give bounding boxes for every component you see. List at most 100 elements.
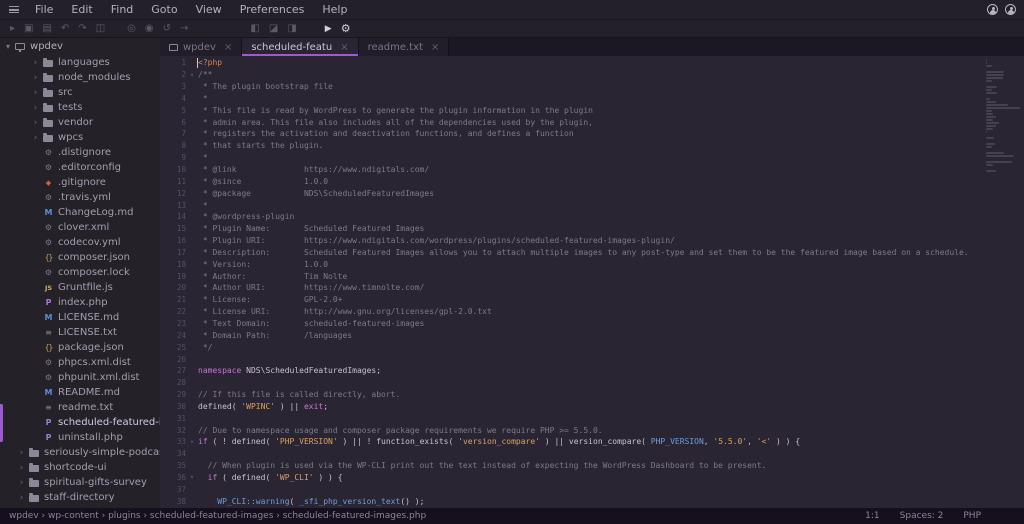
menu-view[interactable]: View	[187, 0, 231, 20]
toggle-right-pane-icon[interactable]: ◨	[287, 20, 296, 38]
find-in-files-icon[interactable]: ◉	[145, 20, 154, 38]
code-line[interactable]: 12 * @package NDS\ScheduledFeaturedImage…	[160, 187, 1024, 199]
tree-item-tests[interactable]: › tests	[0, 100, 160, 115]
code-line[interactable]: 14 * @wordpress-plugin	[160, 211, 1024, 223]
code-line[interactable]: 1 <?php	[160, 57, 1024, 69]
code-line[interactable]: 8 * that starts the plugin.	[160, 140, 1024, 152]
tree-item-languages[interactable]: › languages	[0, 55, 160, 70]
code-line[interactable]: 35 // When plugin is used via the WP-CLI…	[160, 460, 1024, 472]
settings-icon[interactable]: ⚙	[341, 20, 351, 38]
tree-item-wpcs[interactable]: › wpcs	[0, 130, 160, 145]
tree-item-clover-xml[interactable]: ⚙ clover.xml	[0, 220, 160, 235]
code-line[interactable]: 24 * Domain Path: /languages	[160, 329, 1024, 341]
tree-item-phpcs-xml-dist[interactable]: ⚙ phpcs.xml.dist	[0, 355, 160, 370]
tree-item-changelog-md[interactable]: M ChangeLog.md	[0, 205, 160, 220]
tree-item-spiritual-gifts-survey[interactable]: › spiritual-gifts-survey	[0, 475, 160, 490]
app-menu-icon[interactable]	[9, 6, 19, 13]
tree-item-readme-txt[interactable]: ≡ readme.txt	[0, 400, 160, 415]
code-line[interactable]: 7 * registers the activation and deactiv…	[160, 128, 1024, 140]
find-icon[interactable]: ◎	[127, 20, 136, 38]
tree-item-readme-md[interactable]: M README.md	[0, 385, 160, 400]
code-line[interactable]: 23 * Text Domain: scheduled-featured-ima…	[160, 318, 1024, 330]
code-line[interactable]: 19 * Author: Tim Nolte	[160, 270, 1024, 282]
language-mode[interactable]: PHP	[963, 511, 981, 521]
toggle-bottom-pane-icon[interactable]: ◪	[269, 20, 278, 38]
code-editor[interactable]: 1 <?php 2 ▾/** 3 * The plugin bootstrap file…	[160, 56, 1024, 508]
tree-item-codecov-yml[interactable]: ⚙ codecov.yml	[0, 235, 160, 250]
code-line[interactable]: 36 ▾ if ( defined( 'WP_CLI' ) ) {	[160, 472, 1024, 484]
tree-item-uninstall-php[interactable]: Puninstall.php	[0, 430, 160, 445]
tree-item-node-modules[interactable]: › node_modules	[0, 70, 160, 85]
code-line[interactable]: 2 ▾/**	[160, 69, 1024, 81]
code-line[interactable]: 33 ▾ if ( ! defined( 'PHP_VERSION' ) || ! …	[160, 436, 1024, 448]
code-line[interactable]: 31	[160, 412, 1024, 424]
code-line[interactable]: 4 *	[160, 93, 1024, 105]
menu-preferences[interactable]: Preferences	[231, 0, 314, 20]
project-root[interactable]: ▾ wpdev	[0, 38, 160, 55]
redo-icon[interactable]: ↷	[78, 20, 86, 38]
code-line[interactable]: 27 namespace NDS\ScheduledFeaturedImages;	[160, 365, 1024, 377]
menu-find[interactable]: Find	[102, 0, 143, 20]
tree-item-scheduled-featured-images-php[interactable]: Pscheduled-featured-images.php	[0, 415, 160, 430]
tree-item-package-json[interactable]: {} package.json	[0, 340, 160, 355]
menu-help[interactable]: Help	[313, 0, 356, 20]
code-line[interactable]: 34	[160, 448, 1024, 460]
code-line[interactable]: 30 defined( 'WPINC' ) || exit;	[160, 400, 1024, 412]
toggle-left-pane-icon[interactable]: ◧	[250, 20, 259, 38]
code-line[interactable]: 16 * Plugin URI: https://www.ndigitals.c…	[160, 235, 1024, 247]
code-line[interactable]: 21 * License: GPL-2.0+	[160, 294, 1024, 306]
close-icon[interactable]: ×	[340, 42, 348, 53]
cursor-position[interactable]: 1:1	[865, 511, 879, 521]
tree-item-shortcode-ui[interactable]: › shortcode-ui	[0, 460, 160, 475]
tree-item-editorconfig[interactable]: ⚙ .editorconfig	[0, 160, 160, 175]
code-line[interactable]: 25 */	[160, 341, 1024, 353]
code-line[interactable]: 28	[160, 377, 1024, 389]
menu-file[interactable]: File	[26, 0, 62, 20]
indentation-mode[interactable]: Spaces: 2	[900, 511, 944, 521]
tree-item-phpunit-xml-dist[interactable]: ⚙ phpunit.xml.dist	[0, 370, 160, 385]
tree-item-vendor[interactable]: › vendor	[0, 115, 160, 130]
run-icon[interactable]: ▶	[325, 20, 332, 38]
tab-readme-txt[interactable]: readme.txt ×	[358, 38, 450, 56]
minimap[interactable]	[986, 59, 1022, 173]
save-icon[interactable]: ▣	[24, 20, 33, 38]
tab-scheduled-featu[interactable]: scheduled-featu ×	[242, 38, 359, 56]
code-line[interactable]: 29 // If this file is called directly, ab…	[160, 389, 1024, 401]
replace-icon[interactable]: ↺	[163, 20, 171, 38]
save-all-icon[interactable]: ▤	[42, 20, 51, 38]
preview-icon[interactable]: ◫	[96, 20, 105, 38]
code-line[interactable]: 5 * This file is read by WordPress to ge…	[160, 104, 1024, 116]
tree-item-travis-yml[interactable]: ⚙ .travis.yml	[0, 190, 160, 205]
code-line[interactable]: 3 * The plugin bootstrap file	[160, 81, 1024, 93]
code-line[interactable]: 38 WP_CLI::warning( _sfi_php_version_tex…	[160, 495, 1024, 507]
code-line[interactable]: 17 * Description: Scheduled Featured Ima…	[160, 247, 1024, 259]
code-line[interactable]: 10 * @link https://www.ndigitals.com/	[160, 164, 1024, 176]
tree-item-staff-directory[interactable]: › staff-directory	[0, 490, 160, 505]
tree-item-license-md[interactable]: M LICENSE.md	[0, 310, 160, 325]
tree-item-license-txt[interactable]: ≡ LICENSE.txt	[0, 325, 160, 340]
profile-icon[interactable]	[1005, 4, 1016, 15]
tree-item-index-php[interactable]: Pindex.php	[0, 295, 160, 310]
code-line[interactable]: 15 * Plugin Name: Scheduled Featured Ima…	[160, 223, 1024, 235]
code-line[interactable]: 37	[160, 483, 1024, 495]
code-line[interactable]: 13 *	[160, 199, 1024, 211]
tree-item-seriously-simple-podcast[interactable]: › seriously-simple-podcast	[0, 445, 160, 460]
code-line[interactable]: 11 * @since 1.0.0	[160, 175, 1024, 187]
close-icon[interactable]: ×	[224, 42, 232, 53]
go-to-icon[interactable]: →	[180, 20, 188, 38]
undo-icon[interactable]: ↶	[61, 20, 69, 38]
tree-item-composer-lock[interactable]: ⚙ composer.lock	[0, 265, 160, 280]
code-line[interactable]: 20 * Author URI: https://www.timnolte.co…	[160, 282, 1024, 294]
tab-wpdev[interactable]: wpdev ×	[160, 38, 243, 56]
menu-goto[interactable]: Goto	[142, 0, 186, 20]
code-line[interactable]: 9 *	[160, 152, 1024, 164]
code-line[interactable]: 18 * Version: 1.0.0	[160, 258, 1024, 270]
code-line[interactable]: 32 // Due to namespace usage and composer…	[160, 424, 1024, 436]
open-folder-icon[interactable]: ▸	[10, 20, 15, 38]
tree-item-src[interactable]: › src	[0, 85, 160, 100]
close-icon[interactable]: ×	[431, 42, 439, 53]
tree-item-distignore[interactable]: ⚙ .distignore	[0, 145, 160, 160]
code-line[interactable]: 22 * License URI: http://www.gnu.org/lic…	[160, 306, 1024, 318]
tree-item-gitignore[interactable]: ◆ .gitignore	[0, 175, 160, 190]
tree-item-composer-json[interactable]: {} composer.json	[0, 250, 160, 265]
